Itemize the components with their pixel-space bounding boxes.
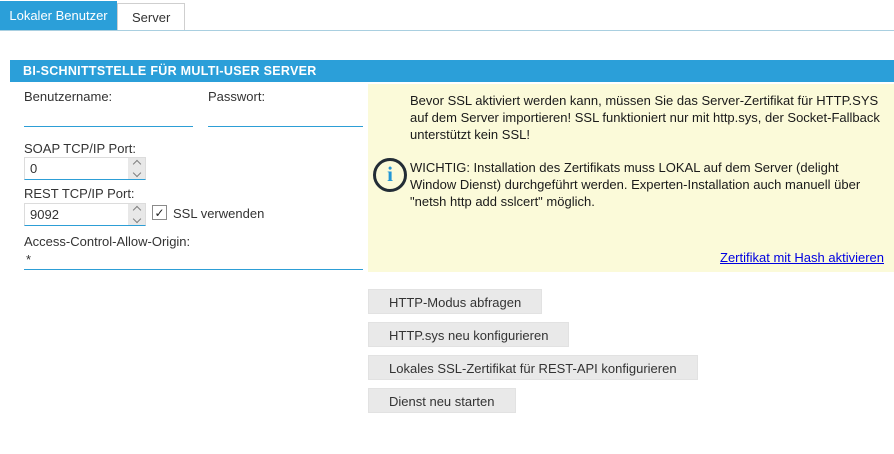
ssl-checkbox-label[interactable]: SSL verwenden bbox=[173, 206, 264, 221]
rest-port-spinner[interactable] bbox=[128, 204, 145, 225]
soap-port-field bbox=[24, 157, 146, 180]
action-button-column: HTTP-Modus abfragen HTTP.sys neu konfigu… bbox=[368, 289, 698, 413]
tab-server-label: Server bbox=[132, 10, 170, 25]
section-header: BI-SCHNITTSTELLE FÜR MULTI-USER SERVER bbox=[10, 60, 894, 82]
rest-port-input[interactable] bbox=[25, 204, 128, 225]
username-input[interactable] bbox=[24, 106, 193, 127]
query-http-mode-button[interactable]: HTTP-Modus abfragen bbox=[368, 289, 542, 314]
soap-port-label: SOAP TCP/IP Port: bbox=[24, 141, 136, 156]
restart-service-button[interactable]: Dienst neu starten bbox=[368, 388, 516, 413]
tab-server[interactable]: Server bbox=[117, 3, 185, 30]
info-icon: i bbox=[373, 158, 407, 192]
ssl-info-paragraph-1: Bevor SSL aktiviert werden kann, müssen … bbox=[410, 92, 884, 143]
username-label: Benutzername: bbox=[24, 89, 112, 104]
activate-cert-hash-link[interactable]: Zertifikat mit Hash aktivieren bbox=[720, 249, 884, 266]
cors-label: Access-Control-Allow-Origin: bbox=[24, 234, 190, 249]
cors-input[interactable] bbox=[24, 249, 363, 270]
spinner-up-icon[interactable] bbox=[132, 206, 140, 214]
password-label: Passwort: bbox=[208, 89, 265, 104]
rest-port-label: REST TCP/IP Port: bbox=[24, 186, 135, 201]
tab-strip-divider bbox=[0, 30, 894, 31]
soap-port-input[interactable] bbox=[25, 158, 128, 179]
rest-port-field bbox=[24, 203, 146, 226]
tab-lokaler-benutzer-label: Lokaler Benutzer bbox=[9, 8, 107, 23]
spinner-down-icon[interactable] bbox=[132, 169, 140, 177]
ssl-info-panel: Bevor SSL aktiviert werden kann, müssen … bbox=[368, 84, 894, 272]
section-header-title: BI-SCHNITTSTELLE FÜR MULTI-USER SERVER bbox=[23, 64, 317, 78]
password-input[interactable] bbox=[208, 106, 363, 127]
spinner-down-icon[interactable] bbox=[132, 215, 140, 223]
settings-page: Lokaler Benutzer Server BI-SCHNITTSTELLE… bbox=[0, 0, 894, 454]
reconfigure-httpsys-button[interactable]: HTTP.sys neu konfigurieren bbox=[368, 322, 569, 347]
soap-port-spinner[interactable] bbox=[128, 158, 145, 179]
ssl-info-paragraph-2: WICHTIG: Installation des Zertifikats mu… bbox=[410, 159, 884, 210]
spinner-up-icon[interactable] bbox=[132, 160, 140, 168]
ssl-checkbox[interactable]: ✓ bbox=[152, 205, 167, 220]
tab-lokaler-benutzer[interactable]: Lokaler Benutzer bbox=[0, 1, 117, 30]
configure-local-ssl-cert-button[interactable]: Lokales SSL-Zertifikat für REST-API konf… bbox=[368, 355, 698, 380]
checkmark-icon: ✓ bbox=[154, 207, 164, 219]
